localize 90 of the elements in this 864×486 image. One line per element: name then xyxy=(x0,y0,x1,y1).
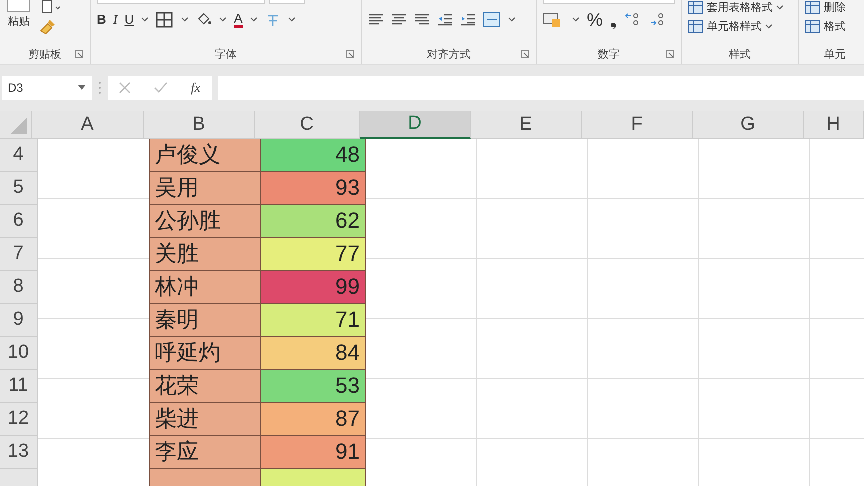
check-icon[interactable] xyxy=(154,82,168,94)
caret-icon[interactable] xyxy=(78,85,86,91)
row-header[interactable]: 12 xyxy=(0,403,38,436)
font-size-field[interactable] xyxy=(269,0,305,4)
row-header[interactable]: 6 xyxy=(0,205,38,238)
score-cell: 71 xyxy=(261,304,366,337)
column-header[interactable]: D xyxy=(360,111,471,139)
name-cell: 卢俊义 xyxy=(149,139,261,172)
ribbon-menu-button[interactable]: 单元格样式 xyxy=(688,19,792,34)
percent-button[interactable]: % xyxy=(587,12,604,28)
dialog-launcher-icon[interactable] xyxy=(666,50,675,59)
group-label: 对齐方式 xyxy=(427,48,471,62)
row-header[interactable]: 5 xyxy=(0,172,38,205)
clipboard-icon[interactable] xyxy=(6,0,32,14)
indent-icon[interactable] xyxy=(460,13,476,27)
score-cell: 48 xyxy=(261,139,366,172)
name-cell: 公孙胜 xyxy=(149,205,261,238)
column-header[interactable]: H xyxy=(804,111,864,139)
caret-icon[interactable] xyxy=(572,17,580,23)
align-icon[interactable] xyxy=(414,13,430,27)
merge-icon[interactable] xyxy=(483,12,501,28)
table-icon xyxy=(805,0,821,14)
column-header[interactable]: G xyxy=(693,111,804,139)
ribbon-menu-button[interactable]: 格式 xyxy=(805,19,864,34)
name-cell: 柴进 xyxy=(149,403,261,436)
row-header[interactable]: 4 xyxy=(0,139,38,172)
underline-button[interactable]: U xyxy=(124,12,134,28)
insert-function-button[interactable]: fx xyxy=(191,80,201,96)
score-cell: 91 xyxy=(261,436,366,469)
column-header[interactable]: A xyxy=(32,111,144,139)
name-box[interactable]: D3 xyxy=(2,76,92,100)
dialog-launcher-icon[interactable] xyxy=(521,50,530,59)
font-name-field[interactable] xyxy=(97,0,265,4)
name-cell: 呼延灼 xyxy=(149,337,261,370)
comma-button[interactable]: ❟ xyxy=(610,12,618,28)
row-header[interactable]: 11 xyxy=(0,370,38,403)
name-cell: 秦明 xyxy=(149,304,261,337)
font-color-button[interactable]: A xyxy=(234,12,243,28)
row-header[interactable]: 9 xyxy=(0,304,38,337)
column-header[interactable]: F xyxy=(582,111,693,139)
column-header[interactable]: B xyxy=(144,111,255,139)
name-cell: 关胜 xyxy=(149,238,261,271)
name-cell: 李应 xyxy=(149,436,261,469)
caret-icon[interactable] xyxy=(288,17,296,23)
group-label: 样式 xyxy=(729,48,751,62)
ribbon-menu-button[interactable]: 删除 xyxy=(805,0,864,15)
table-icon xyxy=(688,20,704,34)
grip-icon xyxy=(98,81,102,95)
dialog-launcher-icon[interactable] xyxy=(346,50,355,59)
caret-icon[interactable] xyxy=(250,17,258,23)
dialog-launcher-icon[interactable] xyxy=(75,50,84,59)
name-cell: 花荣 xyxy=(149,370,261,403)
caret-icon[interactable] xyxy=(508,17,516,23)
score-cell: 87 xyxy=(261,403,366,436)
row-header[interactable]: 13 xyxy=(0,436,38,469)
copy-icon[interactable] xyxy=(40,0,62,16)
align-icon[interactable] xyxy=(391,13,407,27)
group-label: 字体 xyxy=(215,48,237,62)
group-label: 数字 xyxy=(598,48,620,62)
group-label: 剪贴板 xyxy=(28,48,62,62)
align-icon[interactable] xyxy=(368,13,384,27)
italic-button[interactable]: I xyxy=(113,12,118,28)
paste-button[interactable]: 粘贴 xyxy=(8,14,30,29)
score-cell: 77 xyxy=(261,238,366,271)
score-cell: 84 xyxy=(261,337,366,370)
row-header[interactable]: 10 xyxy=(0,337,38,370)
name-cell: 吴用 xyxy=(149,172,261,205)
caret-icon[interactable] xyxy=(181,17,190,23)
score-cell: 93 xyxy=(261,172,366,205)
score-cell: 99 xyxy=(261,271,366,304)
row-header[interactable]: 7 xyxy=(0,238,38,271)
column-header[interactable]: C xyxy=(255,111,360,139)
column-header[interactable]: E xyxy=(471,111,582,139)
table-icon xyxy=(805,20,821,34)
indent-icon[interactable] xyxy=(437,13,453,27)
name-cell: 林冲 xyxy=(149,271,261,304)
score-cell: 62 xyxy=(261,205,366,238)
fill-bucket-icon[interactable] xyxy=(196,13,212,27)
ribbon-menu-button[interactable]: 套用表格格式 xyxy=(688,0,792,15)
number-format-field[interactable] xyxy=(543,0,675,4)
group-label: 单元 xyxy=(824,48,846,62)
table-icon xyxy=(688,0,704,14)
caret-icon[interactable] xyxy=(219,17,228,23)
caret-icon[interactable] xyxy=(141,17,150,23)
caret-icon xyxy=(776,4,784,10)
caret-icon xyxy=(765,24,773,30)
score-cell: 53 xyxy=(261,370,366,403)
bold-button[interactable]: B xyxy=(97,12,106,28)
borders-icon[interactable] xyxy=(156,12,174,28)
row-header[interactable]: 8 xyxy=(0,271,38,304)
